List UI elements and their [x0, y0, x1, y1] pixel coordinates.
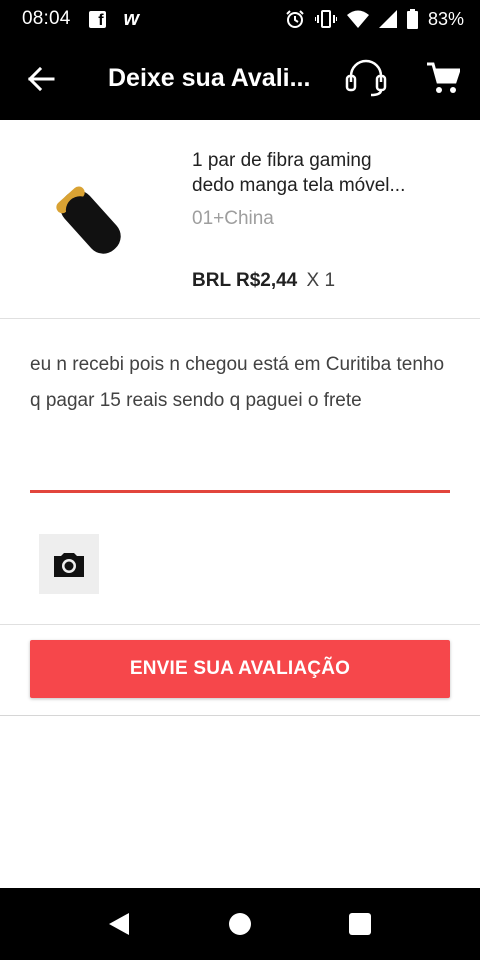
- vibrate-icon: [314, 10, 337, 28]
- nav-recents-icon[interactable]: [349, 913, 371, 935]
- alarm-icon: [286, 10, 304, 28]
- product-thumbnail: [56, 186, 121, 254]
- headset-icon[interactable]: [345, 58, 387, 98]
- product-name-line1: 1 par de fibra gaming: [192, 150, 372, 171]
- product-name: 1 par de fibra gaming dedo manga tela mó…: [192, 148, 442, 198]
- status-time: 08:04: [22, 8, 71, 29]
- add-photo-button[interactable]: [39, 534, 99, 594]
- arrow-back-icon[interactable]: [26, 64, 56, 94]
- camera-icon: [54, 553, 84, 577]
- product-price-row: BRL R$2,44 X 1: [192, 270, 335, 292]
- review-section: eu n recebi pois n chegou está em Curiti…: [0, 319, 480, 625]
- status-right: 83%: [285, 9, 464, 30]
- wifi-icon: [346, 10, 369, 28]
- submit-review-button[interactable]: ENVIE SUA AVALIAÇÃO: [30, 640, 450, 698]
- facebook-icon: [88, 10, 106, 30]
- submit-section: ENVIE SUA AVALIAÇÃO: [0, 625, 480, 716]
- signal-icon: [378, 10, 397, 28]
- status-left: 08:04 w: [22, 8, 139, 31]
- review-screen: 08:04 w 83%: [0, 0, 480, 960]
- review-input-underline: [30, 490, 450, 493]
- app-bar: Deixe sua Avali...: [0, 38, 480, 120]
- review-input[interactable]: eu n recebi pois n chegou está em Curiti…: [30, 347, 450, 419]
- product-price: BRL R$2,44: [192, 270, 298, 291]
- battery-percent: 83%: [427, 8, 464, 29]
- status-bar: 08:04 w 83%: [0, 0, 480, 38]
- system-nav-bar: [0, 888, 480, 960]
- page-title: Deixe sua Avali...: [108, 64, 311, 92]
- nav-home-icon[interactable]: [229, 913, 251, 935]
- wish-icon: w: [123, 7, 140, 30]
- cart-icon[interactable]: [426, 61, 460, 95]
- product-variant: 01+China: [192, 208, 274, 229]
- nav-back-icon[interactable]: [107, 912, 131, 936]
- product-quantity: X 1: [306, 270, 336, 291]
- product-summary: 1 par de fibra gaming dedo manga tela mó…: [0, 120, 480, 319]
- battery-icon: [406, 9, 418, 29]
- product-name-line2: dedo manga tela móvel...: [192, 175, 406, 196]
